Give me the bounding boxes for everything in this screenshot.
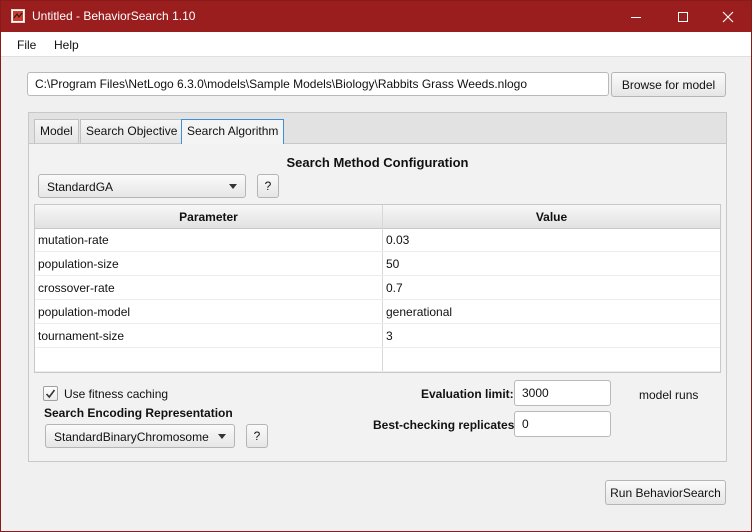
param-value[interactable]: 0.03: [383, 228, 409, 251]
replicates-label: Best-checking replicates:: [373, 418, 519, 432]
replicates-input[interactable]: 0: [514, 411, 611, 437]
evaluation-limit-input[interactable]: 3000: [514, 380, 611, 406]
param-name: tournament-size: [38, 328, 125, 343]
chevron-down-icon: [218, 434, 226, 439]
menu-help[interactable]: Help: [54, 38, 79, 52]
encoding-value: StandardBinaryChromosome: [54, 430, 209, 444]
fitness-caching-label: Use fitness caching: [64, 387, 169, 401]
param-value[interactable]: 3: [383, 324, 393, 347]
search-method-title: Search Method Configuration: [286, 155, 469, 170]
table-header: Parameter Value: [35, 205, 720, 229]
param-value[interactable]: 50: [383, 252, 399, 275]
checkmark-icon: [45, 389, 56, 399]
main-window: Untitled - BehaviorSearch 1.10 File Help…: [0, 0, 752, 532]
encoding-title: Search Encoding Representation: [44, 406, 233, 420]
evaluation-limit-label: Evaluation limit:: [421, 387, 514, 401]
param-value[interactable]: generational: [383, 300, 452, 323]
model-runs-label: model runs: [639, 388, 699, 402]
title-bar: Untitled - BehaviorSearch 1.10: [1, 1, 751, 32]
minimize-button[interactable]: [613, 1, 659, 32]
search-method-help-button[interactable]: ?: [257, 174, 279, 198]
close-button[interactable]: [705, 1, 751, 32]
param-value[interactable]: 0.7: [383, 276, 403, 299]
fitness-caching-checkbox[interactable]: [43, 386, 58, 401]
encoding-select[interactable]: StandardBinaryChromosome: [45, 424, 235, 448]
param-name: population-size: [38, 256, 119, 271]
minimize-icon: [631, 16, 641, 18]
tab-search-objective[interactable]: Search Objective: [80, 119, 184, 143]
header-value[interactable]: Value: [383, 205, 720, 228]
close-icon: [722, 11, 734, 22]
tab-model[interactable]: Model: [34, 119, 79, 143]
search-method-value: StandardGA: [47, 180, 114, 194]
run-behaviorsearch-button[interactable]: Run BehaviorSearch: [605, 480, 726, 505]
param-name: mutation-rate: [38, 232, 109, 247]
param-name: crossover-rate: [38, 280, 115, 295]
maximize-icon: [678, 11, 688, 22]
table-row[interactable]: population-size 50: [35, 252, 720, 276]
tab-pane: Model Search Objective Search Algorithm …: [28, 112, 727, 462]
table-row[interactable]: crossover-rate 0.7: [35, 276, 720, 300]
chevron-down-icon: [229, 184, 237, 189]
header-parameter[interactable]: Parameter: [35, 205, 382, 228]
table-row-empty: [35, 348, 720, 372]
browse-model-button[interactable]: Browse for model: [611, 72, 726, 97]
tab-strip: Model Search Objective Search Algorithm: [29, 113, 726, 144]
menu-bar: File Help: [1, 32, 751, 57]
model-path-field[interactable]: C:\Program Files\NetLogo 6.3.0\models\Sa…: [27, 72, 609, 96]
window-title: Untitled - BehaviorSearch 1.10: [32, 9, 196, 23]
app-icon: [11, 9, 25, 23]
search-method-select[interactable]: StandardGA: [38, 174, 246, 198]
tab-search-algorithm[interactable]: Search Algorithm: [181, 119, 285, 144]
table-row[interactable]: population-model generational: [35, 300, 720, 324]
maximize-button[interactable]: [660, 1, 706, 32]
table-row[interactable]: mutation-rate 0.03: [35, 228, 720, 252]
encoding-help-button[interactable]: ?: [246, 424, 268, 448]
table-row[interactable]: tournament-size 3: [35, 324, 720, 348]
parameter-table: Parameter Value mutation-rate 0.03 popul…: [34, 204, 721, 373]
menu-file[interactable]: File: [17, 38, 36, 52]
param-name: population-model: [38, 304, 131, 319]
